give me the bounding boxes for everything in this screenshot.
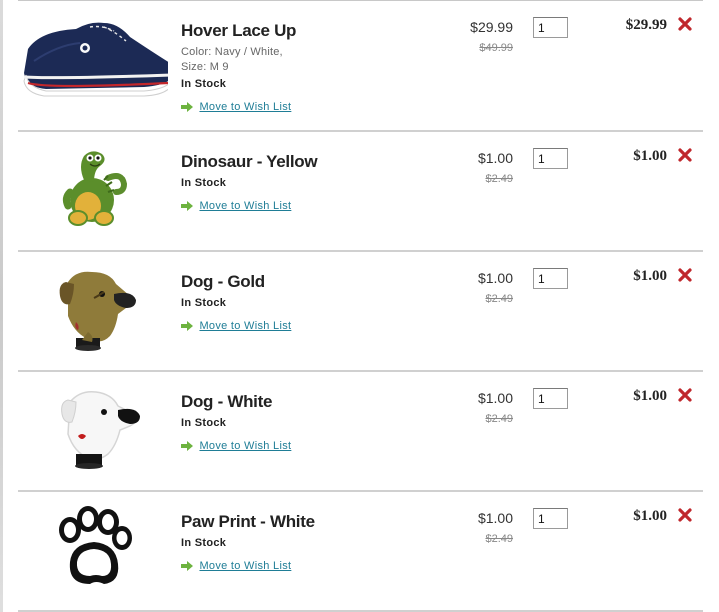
green-right-arrow-icon: [181, 318, 193, 336]
cart-row-dinosaur-yellow: Dinosaur - Yellow In Stock Move to Wish …: [18, 132, 703, 250]
product-name[interactable]: Dog - White: [181, 392, 272, 412]
product-image-gold-dog[interactable]: [18, 252, 168, 370]
remove-item-button[interactable]: [677, 16, 693, 32]
wish-list-action: Move to Wish List: [181, 97, 291, 113]
stock-status: In Stock: [181, 417, 227, 429]
product-size: Size: M 9: [181, 61, 229, 73]
product-image-dinosaur[interactable]: [18, 132, 168, 250]
stock-status: In Stock: [181, 78, 227, 90]
product-image-paw-print[interactable]: [18, 492, 168, 610]
remove-item-button[interactable]: [677, 507, 693, 523]
product-name[interactable]: Paw Print - White: [181, 512, 315, 532]
green-right-arrow-icon: [181, 198, 193, 216]
cart-row-paw-print-white: Paw Print - White In Stock Move to Wish …: [18, 492, 703, 610]
unit-price: $29.99: [470, 19, 513, 35]
quantity-input[interactable]: [533, 268, 568, 289]
original-price: $2.49: [485, 173, 513, 185]
red-x-icon: [678, 508, 692, 522]
original-price: $2.49: [485, 533, 513, 545]
wish-list-action: Move to Wish List: [181, 316, 291, 332]
green-right-arrow-icon: [181, 99, 193, 117]
stock-status: In Stock: [181, 297, 227, 309]
remove-item-button[interactable]: [677, 147, 693, 163]
red-x-icon: [678, 268, 692, 282]
unit-price: $1.00: [477, 390, 513, 406]
move-to-wish-list-link[interactable]: Move to Wish List: [199, 560, 291, 572]
page-left-edge: [0, 0, 3, 612]
red-x-icon: [678, 17, 692, 31]
remove-item-button[interactable]: [677, 267, 693, 283]
line-total: $1.00: [633, 148, 667, 164]
remove-item-button[interactable]: [677, 387, 693, 403]
quantity-input[interactable]: [533, 388, 568, 409]
line-total: $1.00: [633, 268, 667, 284]
product-attributes: Color: Navy / White, Size: M 9: [181, 45, 283, 75]
product-name[interactable]: Hover Lace Up: [181, 21, 296, 41]
line-total: $1.00: [633, 508, 667, 524]
line-total: $29.99: [625, 17, 667, 33]
move-to-wish-list-link[interactable]: Move to Wish List: [199, 101, 291, 113]
wish-list-action: Move to Wish List: [181, 436, 291, 452]
unit-price: $1.00: [477, 150, 513, 166]
product-image-sneaker[interactable]: [18, 1, 168, 119]
cart-row-hover-lace-up: Hover Lace Up Color: Navy / White, Size:…: [18, 1, 703, 119]
product-name[interactable]: Dinosaur - Yellow: [181, 152, 318, 172]
quantity-input[interactable]: [533, 508, 568, 529]
original-price: $2.49: [485, 293, 513, 305]
red-x-icon: [678, 148, 692, 162]
product-name[interactable]: Dog - Gold: [181, 272, 265, 292]
line-total: $1.00: [633, 388, 667, 404]
cart-items: Hover Lace Up Color: Navy / White, Size:…: [18, 0, 703, 612]
quantity-input[interactable]: [533, 17, 568, 38]
green-right-arrow-icon: [181, 558, 193, 576]
red-x-icon: [678, 388, 692, 402]
product-color: Color: Navy / White,: [181, 46, 283, 58]
green-right-arrow-icon: [181, 438, 193, 456]
cart-row-dog-gold: Dog - Gold In Stock Move to Wish List $1…: [18, 252, 703, 370]
unit-price: $1.00: [477, 510, 513, 526]
stock-status: In Stock: [181, 537, 227, 549]
product-image-white-dog[interactable]: [18, 372, 168, 490]
cart-row-dog-white: Dog - White In Stock Move to Wish List $…: [18, 372, 703, 490]
move-to-wish-list-link[interactable]: Move to Wish List: [199, 440, 291, 452]
unit-price: $1.00: [477, 270, 513, 286]
move-to-wish-list-link[interactable]: Move to Wish List: [199, 200, 291, 212]
quantity-input[interactable]: [533, 148, 568, 169]
stock-status: In Stock: [181, 177, 227, 189]
move-to-wish-list-link[interactable]: Move to Wish List: [199, 320, 291, 332]
wish-list-action: Move to Wish List: [181, 196, 291, 212]
wish-list-action: Move to Wish List: [181, 556, 291, 572]
original-price: $2.49: [485, 413, 513, 425]
original-price: $49.99: [479, 42, 513, 54]
